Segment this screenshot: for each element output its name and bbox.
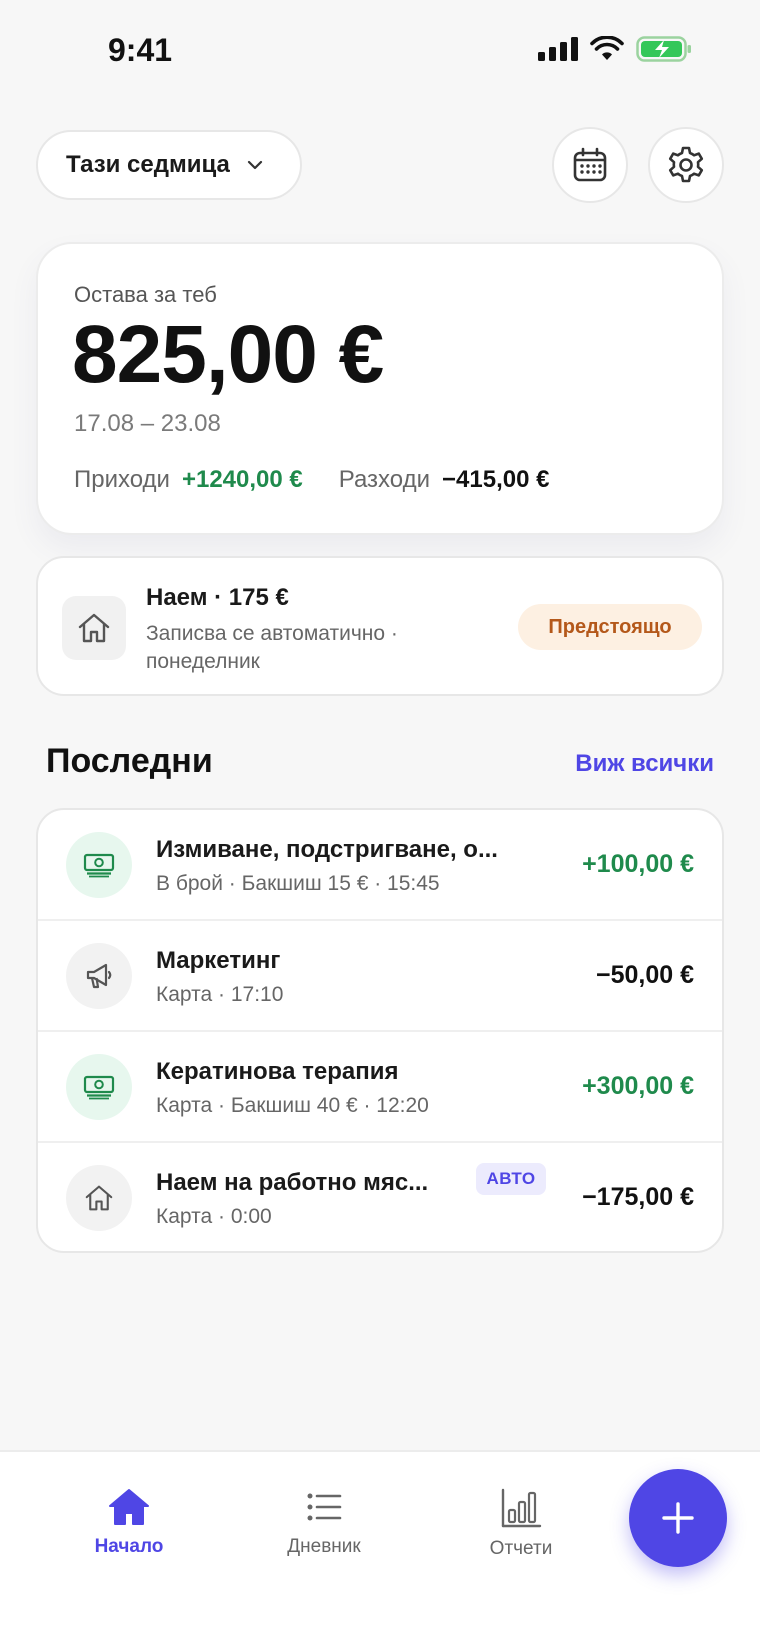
nav-home-label: Начало xyxy=(94,1536,164,1557)
settings-button[interactable] xyxy=(648,127,724,203)
home-icon xyxy=(66,1165,132,1231)
transaction-amount: −50,00 € xyxy=(595,961,694,989)
add-transaction-button[interactable] xyxy=(629,1469,727,1567)
transaction-title: Кератинова терапия xyxy=(156,1058,399,1085)
nav-home[interactable]: Начало xyxy=(64,1488,194,1558)
transaction-subtitle: Карта · Бакшиш 40 € · 12:20 xyxy=(156,1094,429,1117)
nav-reports[interactable]: Отчети xyxy=(456,1488,586,1560)
income-value: +1240,00 € xyxy=(181,466,303,493)
battery-icon xyxy=(636,36,691,62)
cash-icon xyxy=(66,832,132,898)
transaction-amount: −175,00 € xyxy=(582,1183,694,1211)
upcoming-subtitle: Записва се автоматично · понеделник xyxy=(146,622,398,673)
transaction-title: Наем на работно мяс... xyxy=(156,1169,429,1196)
transaction-title: Маркетинг xyxy=(156,947,281,974)
megaphone-icon xyxy=(66,943,132,1009)
upcoming-title: Наем · 175 € xyxy=(146,584,289,611)
calendar-button[interactable] xyxy=(552,127,628,203)
see-all-link[interactable]: Виж всички xyxy=(575,750,714,778)
nav-journal[interactable]: Дневник xyxy=(259,1488,389,1558)
upcoming-badge: Предстоящо xyxy=(518,604,702,650)
bar-chart-icon xyxy=(501,1488,542,1528)
signal-icon xyxy=(538,37,578,61)
upcoming-card[interactable]: Наем · 175 € Записва се автоматично · по… xyxy=(36,556,724,696)
period-label: Тази седмица xyxy=(66,151,230,178)
transaction-subtitle: В брой · Бакшиш 15 € · 15:45 xyxy=(156,872,440,895)
nav-journal-label: Дневник xyxy=(287,1536,361,1557)
transaction-row[interactable]: Маркетинг Карта · 17:10 −50,00 € xyxy=(38,921,722,1032)
cash-icon xyxy=(66,1054,132,1120)
period-dropdown[interactable]: Тази седмица xyxy=(36,130,302,200)
transaction-subtitle: Карта · 0:00 xyxy=(156,1205,272,1228)
recent-title: Последни xyxy=(46,742,213,780)
balance-label: Остава за теб xyxy=(74,282,217,307)
status-icons xyxy=(538,36,692,62)
list-icon xyxy=(307,1493,342,1521)
transaction-amount: +100,00 € xyxy=(582,850,694,878)
transaction-amount: +300,00 € xyxy=(582,1072,694,1100)
balance-card: Остава за теб 825,00 € 17.08 – 23.08 При… xyxy=(36,242,724,535)
transactions-list: Измиване, подстригване, о... В брой · Ба… xyxy=(36,808,724,1253)
plus-icon xyxy=(662,1502,694,1534)
expense-value: −415,00 € xyxy=(442,466,550,493)
status-time: 9:41 xyxy=(108,32,173,68)
transaction-title: Измиване, подстригване, о... xyxy=(156,836,498,863)
auto-badge: АВТО xyxy=(476,1163,546,1195)
balance-amount: 825,00 € xyxy=(72,309,384,400)
calendar-icon xyxy=(573,147,607,182)
income-label: Приходи xyxy=(74,466,170,493)
balance-dates: 17.08 – 23.08 xyxy=(74,410,221,437)
transaction-row[interactable]: Наем на работно мяс... АВТО Карта · 0:00… xyxy=(38,1143,722,1251)
wifi-icon xyxy=(590,36,624,60)
transaction-row[interactable]: Кератинова терапия Карта · Бакшиш 40 € ·… xyxy=(38,1032,722,1143)
chevron-down-icon xyxy=(246,159,264,171)
gear-icon xyxy=(668,146,704,183)
expense-label: Разходи xyxy=(338,466,431,493)
nav-reports-label: Отчети xyxy=(489,1538,553,1559)
status-bar: 9:41 xyxy=(0,0,760,100)
home-filled-icon xyxy=(109,1489,149,1525)
home-icon xyxy=(62,596,126,660)
balance-summary: Приходи +1240,00 € Разходи −415,00 € xyxy=(74,466,549,494)
transaction-subtitle: Карта · 17:10 xyxy=(156,983,284,1006)
transaction-row[interactable]: Измиване, подстригване, о... В брой · Ба… xyxy=(38,810,722,921)
